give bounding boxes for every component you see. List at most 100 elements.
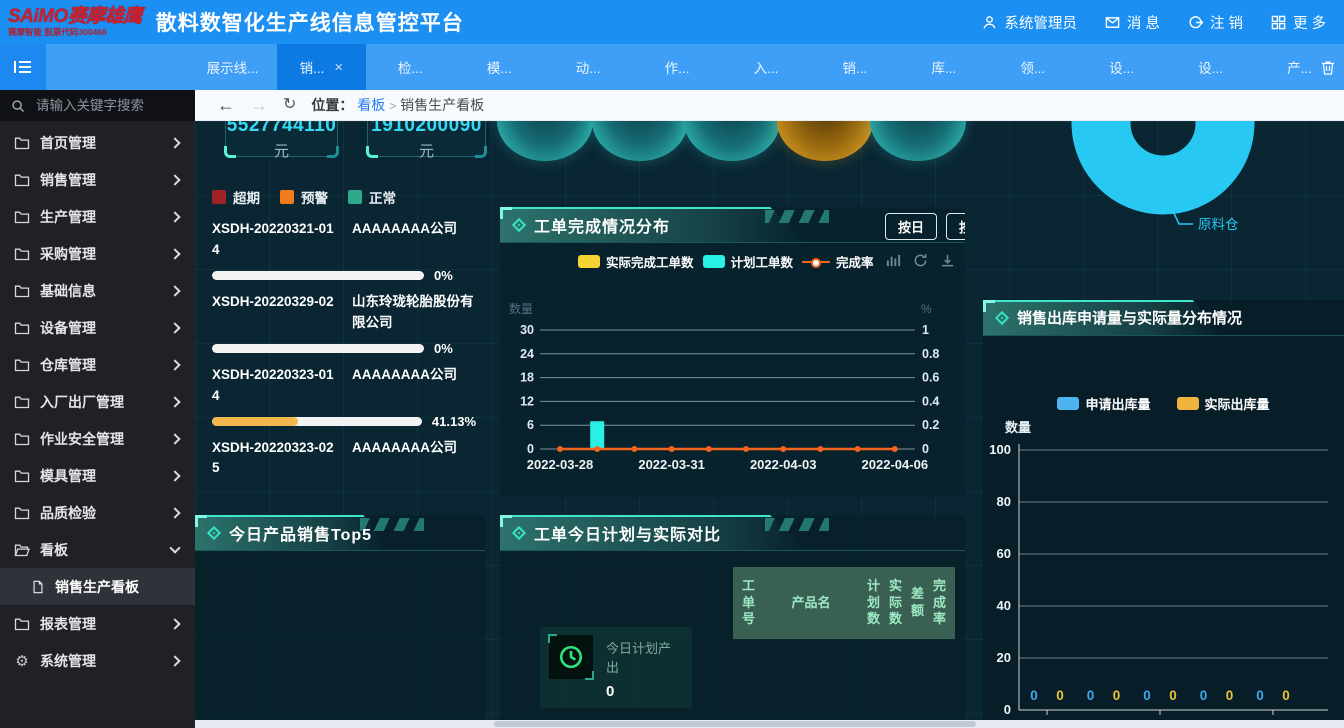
topbar-action-3[interactable]: 更 多 xyxy=(1271,12,1326,33)
horizontal-scrollbar[interactable] xyxy=(195,720,1344,728)
topbar-action-label: 消 息 xyxy=(1127,12,1160,33)
svg-text:80: 80 xyxy=(997,494,1011,509)
by-day-button[interactable]: 按日 xyxy=(885,213,937,240)
legend-计划工单数[interactable]: 计划工单数 xyxy=(703,252,794,271)
sidebar-item-10[interactable]: 品质检验 xyxy=(0,494,195,531)
nav-forward-icon[interactable]: → xyxy=(250,96,268,114)
clock-icon xyxy=(549,635,593,679)
breadcrumb-prefix: 位置： xyxy=(311,97,353,113)
svg-text:数量: 数量 xyxy=(1005,420,1031,435)
tab-10[interactable]: 设... xyxy=(1077,44,1166,90)
scrollbar-thumb[interactable] xyxy=(494,721,977,727)
tank-3 xyxy=(777,121,873,161)
svg-text:60: 60 xyxy=(997,546,1011,561)
legend-swatch xyxy=(1057,397,1079,410)
svg-text:0: 0 xyxy=(922,442,929,456)
legend-label: 正常 xyxy=(369,187,396,207)
download-icon[interactable] xyxy=(940,253,955,268)
restore-icon[interactable] xyxy=(913,253,928,268)
stat-value: 1910200090 xyxy=(368,121,485,135)
order-item-1: XSDH-20220329-02山东玲珑轮胎股份有限公司0% xyxy=(212,292,476,356)
sidebar-item-3[interactable]: 采购管理 xyxy=(0,235,195,272)
chevron-right-icon xyxy=(169,618,180,629)
folder-icon xyxy=(14,283,30,299)
tab-label: 销... xyxy=(300,57,325,77)
legend-实际完成工单数[interactable]: 实际完成工单数 xyxy=(578,252,694,271)
sidebar-item-4[interactable]: 基础信息 xyxy=(0,272,195,309)
legend-申请出库量[interactable]: 申请出库量 xyxy=(1057,394,1150,413)
page-title: 散料数智化生产线信息管控平台 xyxy=(156,7,464,37)
sidebar-item-8[interactable]: 作业安全管理 xyxy=(0,420,195,457)
sidebar-item-9[interactable]: 模具管理 xyxy=(0,457,195,494)
svg-text:0: 0 xyxy=(1030,688,1038,703)
sidebar-search xyxy=(0,90,195,121)
tab-11[interactable]: 设... xyxy=(1166,44,1255,90)
dashboard-canvas: 5527744110元1910200090元 超期预警正常 XSDH-20220… xyxy=(195,121,1344,728)
svg-text:24: 24 xyxy=(520,347,534,361)
gear-icon: ⚙ xyxy=(14,652,30,670)
sidebar-item-0[interactable]: 首页管理 xyxy=(0,124,195,161)
tab-4[interactable]: 动... xyxy=(544,44,633,90)
topbar-action-0[interactable]: 系统管理员 xyxy=(982,12,1077,33)
sidebar-item-label: 采购管理 xyxy=(40,244,96,264)
app-logo[interactable]: SAiMO赛摩雄鹰 赛摩智能 股票代码300466 xyxy=(8,7,142,37)
svg-text:0: 0 xyxy=(1200,688,1208,703)
sidebar-item-12[interactable]: 报表管理 xyxy=(0,605,195,642)
svg-text:0.2: 0.2 xyxy=(922,418,939,432)
folder-icon xyxy=(14,357,30,373)
sidebar-item-label: 看板 xyxy=(40,540,68,560)
legend-label: 实际出库量 xyxy=(1205,394,1270,413)
svg-text:0.6: 0.6 xyxy=(922,371,939,385)
bar-chart-toggle-icon[interactable] xyxy=(886,253,901,268)
legend-完成率[interactable]: 完成率 xyxy=(802,252,874,271)
tab-2[interactable]: 检... xyxy=(366,44,455,90)
chevron-right-icon xyxy=(169,396,180,407)
status-legend-正常: 正常 xyxy=(348,187,396,207)
svg-text:0: 0 xyxy=(1056,688,1064,703)
tab-5[interactable]: 作... xyxy=(633,44,722,90)
sidebar-item-2[interactable]: 生产管理 xyxy=(0,198,195,235)
breadcrumb-link-kanban[interactable]: 看板 xyxy=(357,97,385,113)
sidebar-item-7[interactable]: 入厂出厂管理 xyxy=(0,383,195,420)
topbar-action-1[interactable]: 消 息 xyxy=(1105,12,1160,33)
tab-8[interactable]: 库... xyxy=(899,44,988,90)
panel-workorder-completion: 工单完成情况分布 按日 按月 实际完成工单数计划工单数完成率 数量%0060.2… xyxy=(500,207,965,497)
outbound-chart: 数量020406080100002022-04-0200002022-04-04… xyxy=(983,418,1344,728)
sidebar-item-1[interactable]: 销售管理 xyxy=(0,161,195,198)
by-month-button[interactable]: 按月 xyxy=(946,213,965,240)
tab-9[interactable]: 领... xyxy=(988,44,1077,90)
tab-0[interactable]: 展示线... xyxy=(188,44,277,90)
chevron-right-icon xyxy=(169,507,180,518)
refresh-icon[interactable]: ↻ xyxy=(283,97,296,113)
topbar-action-2[interactable]: 注 销 xyxy=(1188,12,1243,33)
svg-text:0: 0 xyxy=(1226,688,1234,703)
close-all-tabs-button[interactable] xyxy=(1315,44,1341,90)
tab-7[interactable]: 销... xyxy=(810,44,899,90)
legend-swatch xyxy=(703,255,725,268)
sidebar-item-13[interactable]: ⚙系统管理 xyxy=(0,642,195,679)
tab-3[interactable]: 模... xyxy=(455,44,544,90)
sidebar-item-5[interactable]: 设备管理 xyxy=(0,309,195,346)
sidebar-item-label: 作业安全管理 xyxy=(40,429,124,449)
svg-text:0.4: 0.4 xyxy=(922,394,939,408)
nav-back-icon[interactable]: ← xyxy=(217,96,235,114)
sidebar-collapse-button[interactable] xyxy=(0,44,46,90)
order-progress-bar xyxy=(212,271,424,280)
order-item-2: XSDH-20220323-014AAAAAAAA公司41.13% xyxy=(212,365,476,429)
folder-icon xyxy=(14,135,30,151)
topbar-action-label: 注 销 xyxy=(1210,12,1243,33)
line-marker-icon xyxy=(802,261,830,263)
tab-1[interactable]: 销... × xyxy=(277,44,366,90)
stat-card-0: 5527744110元 xyxy=(225,121,338,157)
sidebar-subitem-销售生产看板[interactable]: 销售生产看板 xyxy=(0,568,195,605)
tab-6[interactable]: 入... xyxy=(722,44,811,90)
topbar-actions: 系统管理员 消 息 注 销 更 多 xyxy=(982,12,1326,33)
trash-icon xyxy=(1321,60,1335,75)
search-input[interactable] xyxy=(34,97,184,114)
compare-stat-cards: 今日计划产出0今日实际产出 xyxy=(540,627,692,728)
legend-实际出库量[interactable]: 实际出库量 xyxy=(1177,394,1270,413)
sidebar-item-6[interactable]: 仓库管理 xyxy=(0,346,195,383)
tab-close-icon[interactable]: × xyxy=(334,59,343,76)
sidebar-item-11[interactable]: 看板 xyxy=(0,531,195,568)
folder-icon xyxy=(14,172,30,188)
